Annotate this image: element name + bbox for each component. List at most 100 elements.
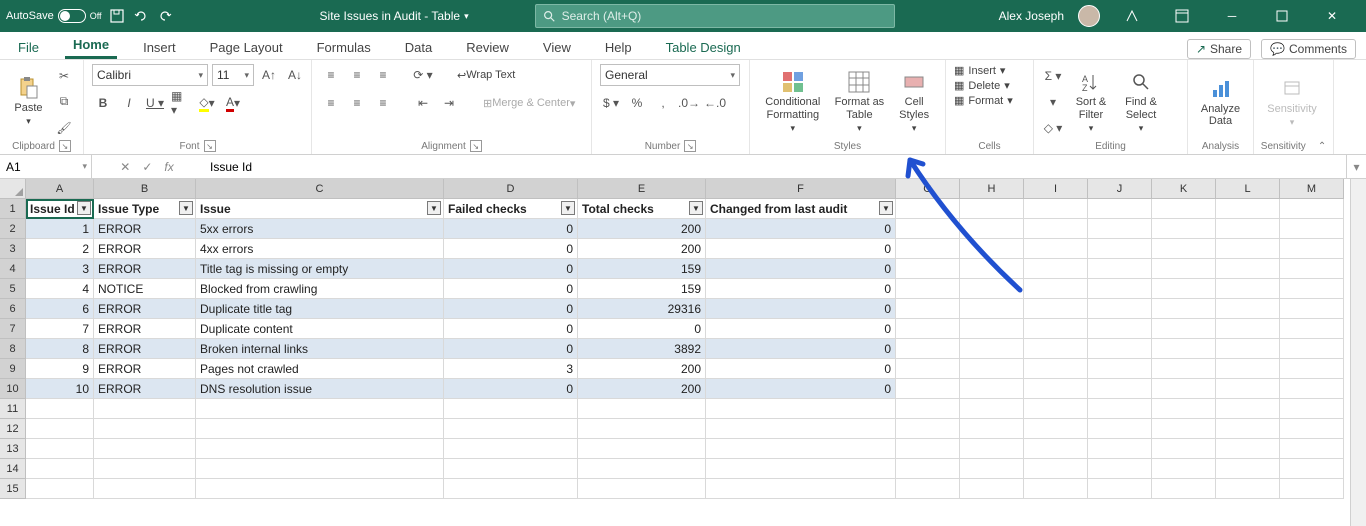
format-painter-icon[interactable]: 🖌	[53, 117, 75, 139]
cell[interactable]: Failed checks▼	[444, 199, 578, 219]
cell[interactable]: Blocked from crawling	[196, 279, 444, 299]
cell[interactable]	[896, 459, 960, 479]
cell[interactable]	[1216, 279, 1280, 299]
format-as-table-button[interactable]: Format as Table▾	[832, 69, 888, 135]
cell[interactable]: NOTICE	[94, 279, 196, 299]
conditional-formatting-button[interactable]: Conditional Formatting▾	[758, 69, 828, 135]
cell[interactable]	[896, 379, 960, 399]
cell[interactable]	[896, 419, 960, 439]
cell[interactable]	[444, 439, 578, 459]
cell[interactable]	[1280, 339, 1344, 359]
cell[interactable]: 200	[578, 239, 706, 259]
cell[interactable]: Changed from last audit▼	[706, 199, 896, 219]
filter-dropdown-icon[interactable]: ▼	[427, 201, 441, 215]
cell[interactable]	[196, 479, 444, 499]
cell[interactable]: ERROR	[94, 339, 196, 359]
tab-data[interactable]: Data	[397, 36, 440, 59]
ribbon-options-icon[interactable]	[1164, 0, 1200, 32]
cell[interactable]	[1280, 259, 1344, 279]
cell[interactable]: ERROR	[94, 239, 196, 259]
orientation-icon[interactable]: ⟳ ▾	[412, 64, 434, 86]
cell[interactable]	[444, 399, 578, 419]
align-right-icon[interactable]: ≡	[372, 92, 394, 114]
increase-font-icon[interactable]: A↑	[258, 64, 280, 86]
cell[interactable]: 0	[444, 279, 578, 299]
select-all-corner[interactable]	[0, 179, 26, 199]
cell[interactable]	[1088, 419, 1152, 439]
cell[interactable]	[1088, 459, 1152, 479]
cell[interactable]	[896, 479, 960, 499]
cell[interactable]: 159	[578, 279, 706, 299]
cell[interactable]	[26, 439, 94, 459]
redo-icon[interactable]	[156, 7, 174, 25]
cell[interactable]	[960, 299, 1024, 319]
cell[interactable]	[1216, 319, 1280, 339]
tab-formulas[interactable]: Formulas	[309, 36, 379, 59]
cell[interactable]: 159	[578, 259, 706, 279]
cell[interactable]: 5xx errors	[196, 219, 444, 239]
row-header[interactable]: 8	[0, 339, 26, 359]
cell[interactable]	[1280, 379, 1344, 399]
row-header[interactable]: 10	[0, 379, 26, 399]
cell[interactable]: ERROR	[94, 319, 196, 339]
cell[interactable]	[1024, 359, 1088, 379]
cell[interactable]	[1152, 419, 1216, 439]
font-color-icon[interactable]: A ▾	[222, 92, 244, 114]
cell[interactable]	[1152, 299, 1216, 319]
cell[interactable]: 0	[706, 259, 896, 279]
cell[interactable]	[1024, 459, 1088, 479]
cell[interactable]: Title tag is missing or empty	[196, 259, 444, 279]
increase-decimal-icon[interactable]: .0→	[678, 92, 700, 114]
cell[interactable]	[1088, 379, 1152, 399]
cell[interactable]	[1088, 219, 1152, 239]
cell[interactable]	[26, 399, 94, 419]
cell[interactable]	[1152, 219, 1216, 239]
formula-input[interactable]: Issue Id	[202, 155, 1346, 178]
cell[interactable]: 0	[706, 239, 896, 259]
cell[interactable]	[578, 479, 706, 499]
cell[interactable]	[1024, 399, 1088, 419]
cell[interactable]: Total checks▼	[578, 199, 706, 219]
cell[interactable]: 4	[26, 279, 94, 299]
cell[interactable]	[896, 439, 960, 459]
row-header[interactable]: 12	[0, 419, 26, 439]
accounting-format-icon[interactable]: $ ▾	[600, 92, 622, 114]
row-header[interactable]: 15	[0, 479, 26, 499]
fill-color-icon[interactable]: ◇ ▾	[196, 92, 218, 114]
column-header[interactable]: D	[444, 179, 578, 199]
cell[interactable]	[1088, 199, 1152, 219]
cell[interactable]	[1152, 279, 1216, 299]
borders-icon[interactable]: ▦ ▾	[170, 92, 192, 114]
cell[interactable]: 0	[578, 319, 706, 339]
cell[interactable]: 200	[578, 359, 706, 379]
percent-icon[interactable]: %	[626, 92, 648, 114]
cell[interactable]	[196, 459, 444, 479]
cell[interactable]	[94, 399, 196, 419]
cell[interactable]	[1088, 439, 1152, 459]
font-launcher[interactable]: ↘	[204, 140, 216, 152]
cell[interactable]	[1280, 299, 1344, 319]
user-name[interactable]: Alex Joseph	[999, 9, 1064, 23]
cell[interactable]	[896, 259, 960, 279]
filter-dropdown-icon[interactable]: ▼	[179, 201, 193, 215]
cell[interactable]: 0	[706, 359, 896, 379]
collapse-ribbon-icon[interactable]: ⌃	[1318, 141, 1326, 152]
filter-dropdown-icon[interactable]: ▼	[879, 201, 893, 215]
cell[interactable]	[1216, 479, 1280, 499]
bold-button[interactable]: B	[92, 92, 114, 114]
cell[interactable]: 4xx errors	[196, 239, 444, 259]
cell[interactable]	[1216, 439, 1280, 459]
cell[interactable]: Issue▼	[196, 199, 444, 219]
column-header[interactable]: C	[196, 179, 444, 199]
cell[interactable]: 0	[706, 279, 896, 299]
cell[interactable]	[706, 419, 896, 439]
row-header[interactable]: 14	[0, 459, 26, 479]
cell[interactable]	[960, 199, 1024, 219]
tab-view[interactable]: View	[535, 36, 579, 59]
minimize-button[interactable]: ─	[1214, 0, 1250, 32]
cell[interactable]	[1216, 399, 1280, 419]
cell[interactable]: Pages not crawled	[196, 359, 444, 379]
cell[interactable]: 3892	[578, 339, 706, 359]
find-select-button[interactable]: Find & Select▾	[1118, 69, 1164, 135]
fill-icon[interactable]: ▾	[1042, 91, 1064, 113]
